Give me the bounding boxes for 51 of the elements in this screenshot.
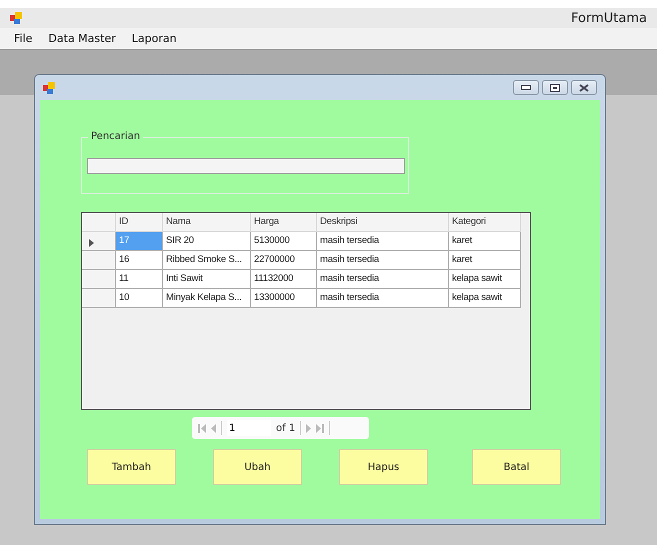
last-button[interactable] — [316, 424, 324, 432]
table-cell: karet — [449, 251, 521, 270]
window-title: FormUtama — [571, 10, 647, 26]
table-cell: 10 — [116, 289, 163, 308]
minimize-icon — [521, 85, 531, 90]
table-cell: 11 — [116, 270, 163, 289]
close-button[interactable] — [571, 80, 597, 95]
column-header[interactable]: ID — [116, 213, 163, 232]
form-icon — [43, 82, 55, 94]
group-label: Pencarian — [88, 131, 144, 142]
table-cell: 16 — [116, 251, 163, 270]
restore-button[interactable] — [542, 80, 568, 95]
action-button[interactable]: Tambah — [87, 449, 176, 485]
table-cell: karet — [449, 232, 521, 251]
table-cell: 13300000 — [251, 289, 317, 308]
column-header[interactable]: Deskripsi — [317, 213, 449, 232]
table-cell: kelapa sawit — [449, 289, 521, 308]
restore-icon — [550, 84, 560, 92]
table-cell: masih tersedia — [317, 251, 449, 270]
row-pointer-icon — [89, 238, 94, 246]
menu-item[interactable]: Laporan — [126, 30, 183, 47]
table-cell: SIR 20 — [163, 232, 251, 251]
menu-item[interactable]: Data Master — [42, 30, 122, 47]
action-button[interactable]: Ubah — [213, 449, 302, 485]
column-header[interactable]: Kategori — [449, 213, 521, 232]
table-cell: kelapa sawit — [449, 270, 521, 289]
minimize-button[interactable] — [513, 80, 539, 95]
row-header[interactable] — [82, 232, 116, 251]
page-count: of 1 — [276, 422, 296, 434]
previous-button[interactable] — [211, 424, 216, 432]
table-cell: masih tersedia — [317, 232, 449, 251]
table-cell: 17 — [116, 232, 163, 251]
table-cell: Ribbed Smoke S... — [163, 251, 251, 270]
first-button[interactable] — [198, 424, 206, 432]
next-button[interactable] — [306, 424, 312, 432]
app-icon — [10, 12, 22, 24]
action-button[interactable]: Hapus — [339, 449, 428, 485]
action-button[interactable]: Batal — [472, 449, 561, 485]
table-cell: Inti Sawit — [163, 270, 251, 289]
table-cell: 22700000 — [251, 251, 317, 270]
menu-item[interactable]: File — [8, 30, 38, 47]
column-header[interactable]: Harga — [251, 213, 317, 232]
position-field[interactable]: 1 — [227, 420, 271, 436]
search-field[interactable] — [87, 158, 405, 174]
table-cell: masih tersedia — [317, 289, 449, 308]
column-header[interactable]: Nama — [163, 213, 251, 232]
table-cell: 11132000 — [251, 270, 317, 289]
close-icon — [579, 84, 589, 92]
table-cell: 5130000 — [251, 232, 317, 251]
table-cell: masih tersedia — [317, 270, 449, 289]
table-cell: Minyak Kelapa S... — [163, 289, 251, 308]
